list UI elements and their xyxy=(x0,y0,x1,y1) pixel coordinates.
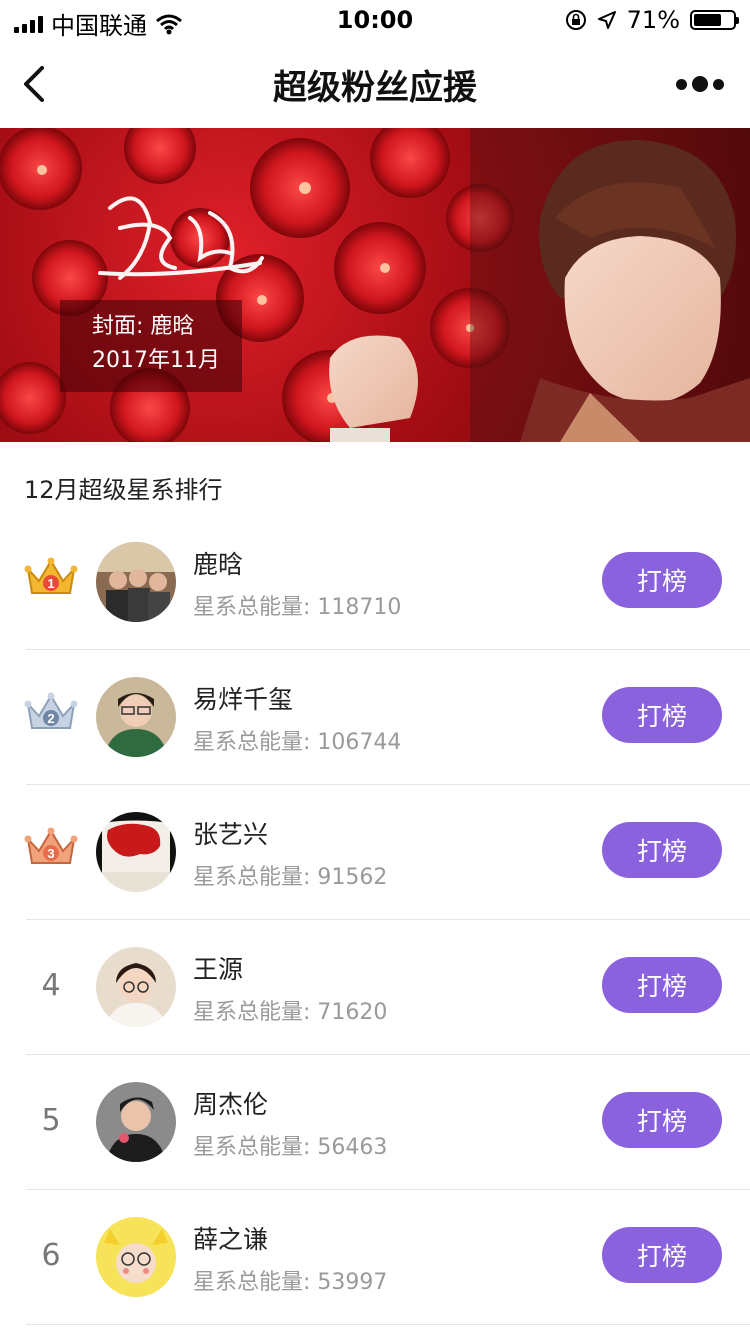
avatar xyxy=(96,812,176,892)
vote-button[interactable]: 打榜 xyxy=(602,1227,722,1283)
avatar xyxy=(96,947,176,1027)
cover-info: 封面: 鹿晗 2017年11月 xyxy=(60,300,242,392)
vote-button[interactable]: 打榜 xyxy=(602,552,722,608)
vote-button[interactable]: 打榜 xyxy=(602,957,722,1013)
orientation-lock-icon xyxy=(565,10,586,30)
list-item[interactable]: 5 周杰伦 星系总能量: 56463 打榜 xyxy=(0,1055,750,1190)
star-name: 薛之谦 xyxy=(193,1225,269,1254)
avatar xyxy=(96,677,176,757)
list-item[interactable]: 4 王源 星系总能量: 71620 打榜 xyxy=(0,920,750,1055)
list-item[interactable]: 2 易烊千玺 星系总能量: 106744 打榜 xyxy=(0,650,750,785)
star-energy: 星系总能量: 118710 xyxy=(193,595,402,620)
star-name: 王源 xyxy=(193,955,244,984)
cover-banner[interactable]: 封面: 鹿晗 2017年11月 xyxy=(0,128,750,442)
star-energy: 星系总能量: 106744 xyxy=(193,730,402,755)
battery-icon xyxy=(690,10,739,30)
bronze-crown-icon: 3 xyxy=(24,825,78,879)
rank-badge-number: 1 xyxy=(47,576,54,591)
status-bar: 中国联通 10:00 71% xyxy=(0,0,750,40)
rank-badge-number: 3 xyxy=(47,846,54,861)
star-name: 周杰伦 xyxy=(193,1090,269,1119)
rank-number: 6 xyxy=(41,1238,61,1273)
page-title: 超级粉丝应援 xyxy=(273,68,477,108)
vote-button[interactable]: 打榜 xyxy=(602,687,722,743)
flower-background xyxy=(0,128,750,442)
avatar xyxy=(96,542,176,622)
divider xyxy=(26,1324,750,1325)
star-energy: 星系总能量: 53997 xyxy=(193,1270,388,1295)
silver-crown-icon: 2 xyxy=(24,690,78,744)
navigation-bar: 超级粉丝应援 xyxy=(0,40,750,128)
status-right: 71% xyxy=(565,6,739,34)
avatar xyxy=(96,1217,176,1297)
star-energy: 星系总能量: 71620 xyxy=(193,1000,388,1025)
rank-number: 4 xyxy=(41,968,61,1003)
star-energy: 星系总能量: 91562 xyxy=(193,865,388,890)
list-item[interactable]: 6 薛之谦 星系总能量: 53997 打榜 xyxy=(0,1190,750,1325)
vote-button[interactable]: 打榜 xyxy=(602,1092,722,1148)
star-name: 鹿晗 xyxy=(193,550,244,579)
ranking-section-title: 12月超级星系排行 xyxy=(24,476,223,504)
star-energy: 星系总能量: 56463 xyxy=(193,1135,388,1160)
star-name: 张艺兴 xyxy=(193,820,269,849)
ranking-list: 1 鹿晗 星系总能量: 118710 打榜 2 易烊千玺 星系总能量: 1067… xyxy=(0,515,750,1325)
star-name: 易烊千玺 xyxy=(193,685,294,714)
cover-date: 2017年11月 xyxy=(92,348,220,373)
avatar xyxy=(96,1082,176,1162)
rank-number: 5 xyxy=(41,1103,61,1138)
battery-percent: 71% xyxy=(626,6,680,34)
vote-button[interactable]: 打榜 xyxy=(602,822,722,878)
rank-badge-number: 2 xyxy=(47,711,54,726)
battery-fill xyxy=(694,14,721,26)
list-item[interactable]: 1 鹿晗 星系总能量: 118710 打榜 xyxy=(0,515,750,650)
list-item[interactable]: 3 张艺兴 星系总能量: 91562 打榜 xyxy=(0,785,750,920)
location-icon xyxy=(597,11,616,29)
cover-subject: 封面: 鹿晗 xyxy=(92,314,195,339)
gold-crown-icon: 1 xyxy=(24,555,78,609)
more-dots-icon[interactable] xyxy=(676,76,724,92)
